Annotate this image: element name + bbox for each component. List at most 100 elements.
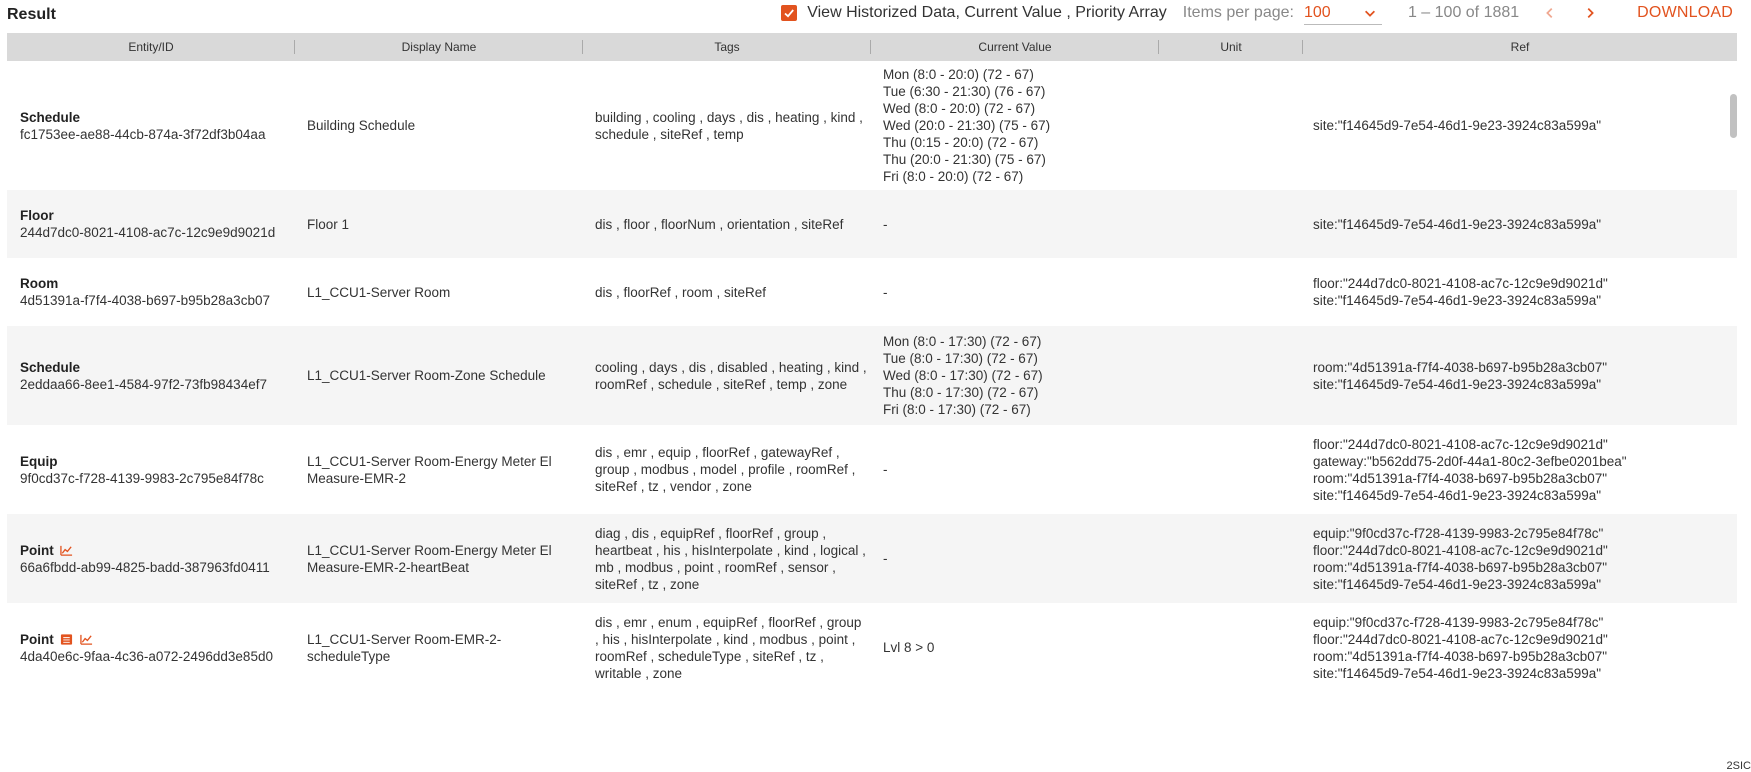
unit-cell	[1159, 190, 1303, 258]
entity-cell: Room 4d51391a-f7f4-4038-b697-b95b28a3cb07	[7, 258, 295, 326]
unit-cell	[1159, 514, 1303, 603]
column-header[interactable]: Unit	[1159, 33, 1303, 61]
previous-page-button[interactable]	[1539, 2, 1561, 24]
ref-line: site:"f14645d9-7e54-46d1-9e23-3924c83a59…	[1313, 487, 1602, 503]
display-name: L1_CCU1-Server Room-Energy Meter El Meas…	[307, 453, 552, 486]
chart-icon[interactable]	[80, 632, 94, 646]
table-row[interactable]: Point 4da40e6c-9faa-4c36-a072-2496dd3e85d…	[7, 603, 1737, 692]
entity-id: 2eddaa66-8ee1-4584-97f2-73fb98434ef7	[20, 376, 267, 392]
current-value-line: -	[883, 462, 888, 477]
current-value-line: Fri (8:0 - 20:0) (72 - 67)	[883, 169, 1024, 184]
historized-checkbox[interactable]	[781, 5, 798, 21]
check-icon	[784, 9, 795, 18]
entity-type-label: Schedule	[20, 359, 81, 375]
current-value-cell: -	[871, 425, 1159, 514]
entity-id: 244d7dc0-8021-4108-ac7c-12c9e9d9021d	[20, 225, 276, 240]
display-name: L1_CCU1-Server Room-Zone Schedule	[307, 368, 546, 383]
ref-cell: equip:"9f0cd37c-f728-4139-9983-2c795e84f…	[1303, 514, 1737, 603]
vertical-scrollbar[interactable]	[1727, 62, 1737, 772]
column-header[interactable]: Entity/ID	[7, 33, 295, 61]
entity-id: 4da40e6c-9faa-4c36-a072-2496dd3e85d0	[20, 648, 273, 664]
entity-type: Schedule	[20, 109, 291, 126]
current-value-cell: -	[871, 258, 1159, 326]
list-icon[interactable]	[60, 632, 74, 646]
chevron-right-icon	[1587, 8, 1595, 18]
display-name: Building Schedule	[307, 118, 416, 133]
tags-text: cooling , days , dis , disabled , heatin…	[595, 359, 867, 392]
entity-type: Point	[20, 631, 291, 648]
current-value-line: Thu (20:0 - 21:30) (75 - 67)	[883, 152, 1046, 167]
entity-cell: Schedule 2eddaa66-8ee1-4584-97f2-73fb9843…	[7, 326, 295, 425]
current-value-cell: -	[871, 514, 1159, 603]
entity-id: 9f0cd37c-f728-4139-9983-2c795e84f78c	[20, 470, 264, 486]
tags-cell: diag , dis , equipRef , floorRef , group…	[583, 514, 871, 603]
ref-cell: equip:"9f0cd37c-f728-4139-9983-2c795e84f…	[1303, 603, 1737, 692]
display-name-cell: L1_CCU1-Server Room-Zone Schedule	[295, 326, 583, 425]
historized-label[interactable]: View Historized Data, Current Value , Pr…	[807, 4, 1167, 22]
download-button[interactable]: DOWNLOAD	[1637, 4, 1733, 22]
toolbar-controls: View Historized Data, Current Value , Pr…	[781, 0, 1733, 26]
tags-cell: dis , floorRef , room , siteRef	[583, 258, 871, 326]
chart-icon[interactable]	[60, 543, 74, 557]
entity-type: Schedule	[20, 359, 291, 376]
result-title: Result	[7, 6, 56, 23]
entity-type-label: Point	[20, 542, 54, 558]
ref-cell: floor:"244d7dc0-8021-4108-ac7c-12c9e9d90…	[1303, 425, 1737, 514]
ref-cell: room:"4d51391a-f7f4-4038-b697-b95b28a3cb…	[1303, 326, 1737, 425]
table-row[interactable]: Schedule 2eddaa66-8ee1-4584-97f2-73fb9843…	[7, 326, 1737, 425]
entity-type: Floor	[20, 207, 291, 224]
table-row[interactable]: Equip 9f0cd37c-f728-4139-9983-2c795e84f78…	[7, 425, 1737, 514]
current-value-cell: Lvl 8 > 0	[871, 603, 1159, 692]
chevron-down-icon	[1362, 5, 1378, 21]
column-header[interactable]: Tags	[583, 33, 871, 61]
current-value-cell: Mon (8:0 - 20:0) (72 - 67) Tue (6:30 - 21…	[871, 61, 1159, 190]
items-per-page-select[interactable]: 100	[1303, 1, 1382, 25]
tags-cell: cooling , days , dis , disabled , heatin…	[583, 326, 871, 425]
ref-line: site:"f14645d9-7e54-46d1-9e23-3924c83a59…	[1313, 216, 1602, 232]
entity-type-label: Point	[20, 631, 54, 647]
current-value-cell: Mon (8:0 - 17:30) (72 - 67) Tue (8:0 - 17…	[871, 326, 1159, 425]
display-name-cell: L1_CCU1-Server Room-EMR-2-scheduleType	[295, 603, 583, 692]
tags-text: building , cooling , days , dis , heatin…	[595, 109, 863, 142]
ref-line: floor:"244d7dc0-8021-4108-ac7c-12c9e9d90…	[1313, 631, 1608, 647]
ref-cell: site:"f14645d9-7e54-46d1-9e23-3924c83a59…	[1303, 61, 1737, 190]
display-name-cell: L1_CCU1-Server Room-Energy Meter El Meas…	[295, 425, 583, 514]
entity-cell: Schedule fc1753ee-ae88-44cb-874a-3f72df3b…	[7, 61, 295, 190]
entity-type: Room	[20, 275, 291, 292]
ref-line: room:"4d51391a-f7f4-4038-b697-b95b28a3cb…	[1313, 648, 1608, 664]
chevron-left-icon	[1546, 8, 1553, 18]
unit-cell	[1159, 425, 1303, 514]
table-row[interactable]: Floor 244d7dc0-8021-4108-ac7c-12c9e9d9021…	[7, 190, 1737, 258]
current-value-cell: -	[871, 190, 1159, 258]
current-value-line: Lvl 8 > 0	[883, 640, 935, 655]
unit-cell	[1159, 326, 1303, 425]
tags-text: dis , emr , equip , floorRef , gatewayRe…	[595, 445, 856, 494]
column-header[interactable]: Current Value	[871, 33, 1159, 61]
display-name-cell: Floor 1	[295, 190, 583, 258]
entity-type: Point	[20, 542, 291, 559]
current-value-line: Wed (20:0 - 21:30) (75 - 67)	[883, 118, 1051, 133]
entity-type-label: Schedule	[20, 109, 81, 125]
ref-cell: site:"f14645d9-7e54-46d1-9e23-3924c83a59…	[1303, 190, 1737, 258]
scrollbar-thumb[interactable]	[1730, 94, 1737, 138]
display-name-cell: L1_CCU1-Server Room	[295, 258, 583, 326]
column-header[interactable]: Display Name	[295, 33, 583, 61]
display-name-cell: L1_CCU1-Server Room-Energy Meter El Meas…	[295, 514, 583, 603]
current-value-line: Wed (8:0 - 20:0) (72 - 67)	[883, 101, 1036, 116]
table-row[interactable]: Room 4d51391a-f7f4-4038-b697-b95b28a3cb07…	[7, 258, 1737, 326]
ref-line: floor:"244d7dc0-8021-4108-ac7c-12c9e9d90…	[1313, 436, 1608, 452]
ref-line: site:"f14645d9-7e54-46d1-9e23-3924c83a59…	[1313, 576, 1602, 592]
current-value-line: Thu (8:0 - 17:30) (72 - 67)	[883, 385, 1039, 400]
next-page-button[interactable]	[1579, 2, 1601, 24]
table-header: Entity/ID Display Name Tags Current Value Un…	[7, 33, 1737, 61]
current-value-line: Fri (8:0 - 17:30) (72 - 67)	[883, 402, 1031, 417]
display-name: Floor 1	[307, 216, 350, 232]
ref-line: room:"4d51391a-f7f4-4038-b697-b95b28a3cb…	[1313, 559, 1608, 575]
tags-cell: dis , floor , floorNum , orientation , s…	[583, 190, 871, 258]
table-row[interactable]: Schedule fc1753ee-ae88-44cb-874a-3f72df3b…	[7, 61, 1737, 190]
entity-id: 4d51391a-f7f4-4038-b697-b95b28a3cb07	[20, 293, 270, 308]
current-value-line: -	[883, 551, 888, 566]
table-row[interactable]: Point 66a6fbdd-ab99-4825-badd-387963fd041…	[7, 514, 1737, 603]
ref-line: gateway:"b562dd75-2d0f-44a1-80c2-3efbe02…	[1313, 453, 1627, 469]
column-header[interactable]: Ref	[1303, 33, 1737, 61]
